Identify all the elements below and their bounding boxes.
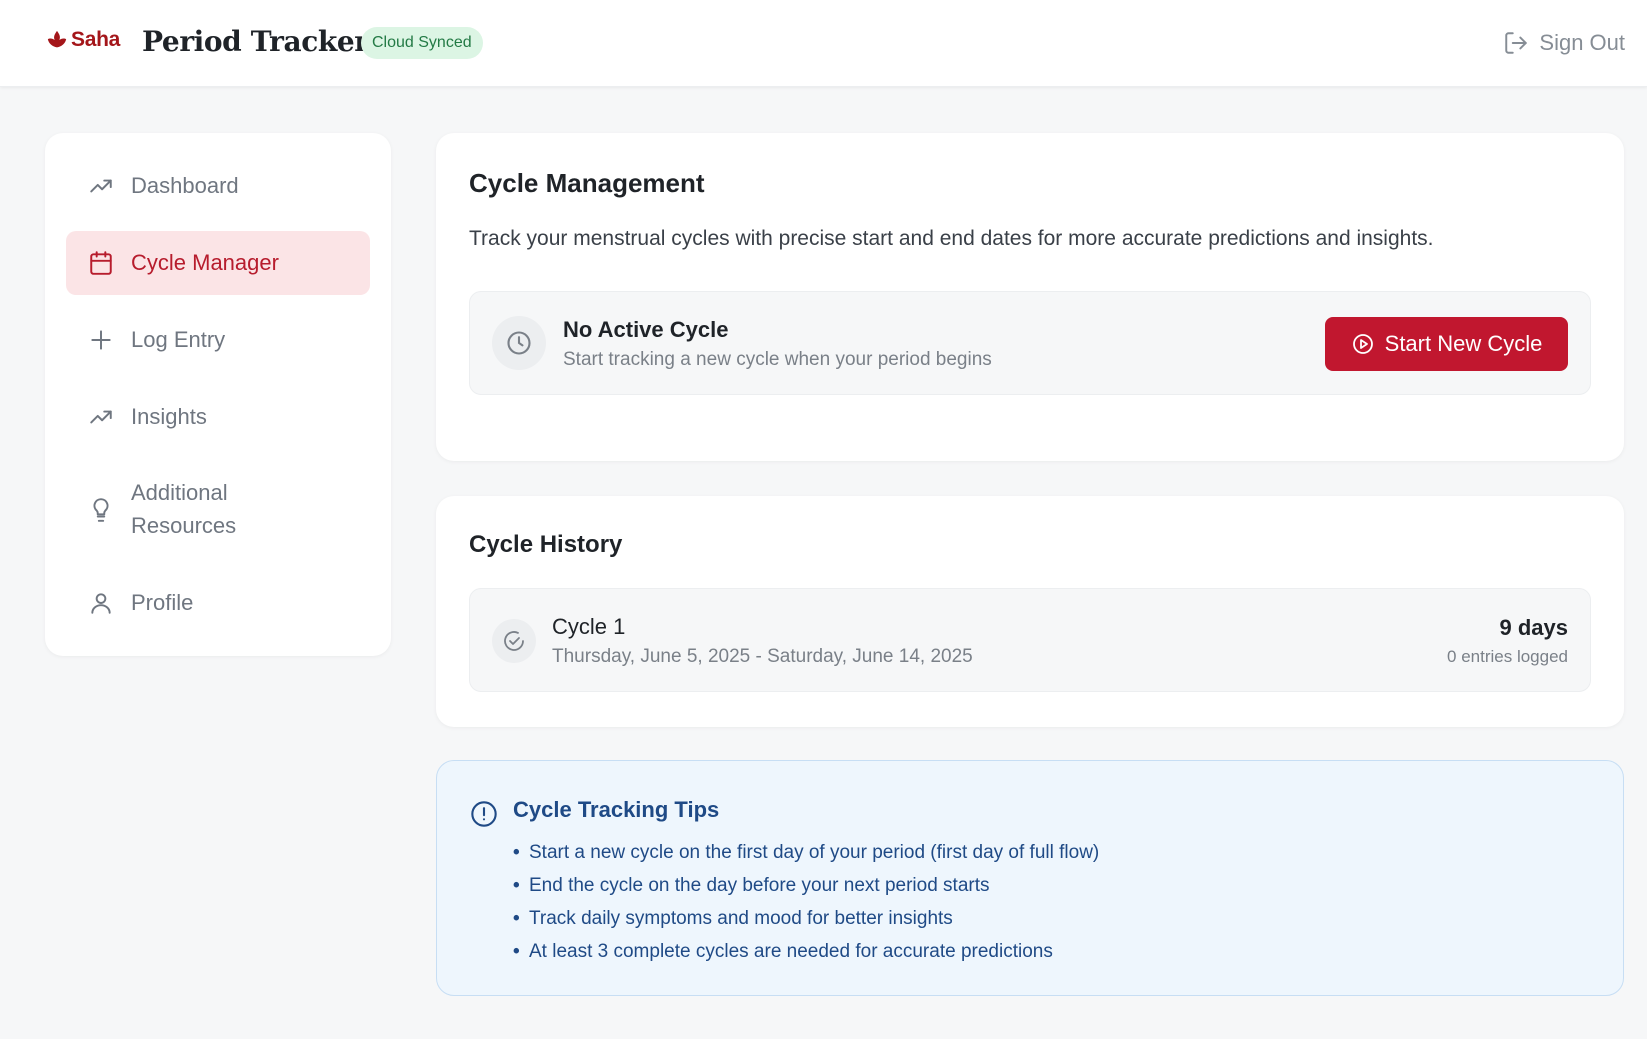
tip-text: Start a new cycle on the first day of yo… [529,842,1100,863]
cycle-tracking-tips: Cycle Tracking Tips • Start a new cycle o… [436,760,1624,996]
cycle-history-card: Cycle History Cycle 1 Thursday, June 5, … [436,496,1624,727]
clock-icon [492,316,546,370]
app-title: Period Tracker [142,25,369,58]
status-title: No Active Cycle [563,317,729,342]
active-cycle-status: No Active Cycle Start tracking a new cyc… [469,291,1591,395]
top-bar: Saha Period Tracker Cloud Synced Sign Ou… [0,0,1647,87]
sidebar: Dashboard Cycle Manager Log Entry Insigh… [45,133,391,656]
sidebar-item-log-entry[interactable]: Log Entry [66,308,370,372]
sidebar-item-additional-resources[interactable]: Additional Resources [66,462,370,558]
sidebar-item-dashboard[interactable]: Dashboard [66,154,370,218]
tips-title: Cycle Tracking Tips [513,797,720,822]
plus-icon [88,327,114,353]
sidebar-item-label: Profile [131,590,194,615]
start-new-cycle-label: Start New Cycle [1384,331,1543,356]
sidebar-item-label-line2: Resources [131,513,237,538]
calendar-icon [88,250,114,276]
card-title: Cycle Management [469,168,705,198]
flower-logo-icon [47,30,67,48]
user-icon [88,590,114,616]
cycle-entries-count: 0 entries logged [1447,647,1568,666]
sign-out-label: Sign Out [1539,30,1625,55]
sidebar-item-cycle-manager[interactable]: Cycle Manager [66,231,370,295]
sign-out-button[interactable]: Sign Out [1503,28,1625,58]
sidebar-item-label: Log Entry [131,327,226,352]
sidebar-item-label: Additional [131,480,228,505]
trending-up-icon [88,404,114,430]
tip-text: End the cycle on the day before your nex… [529,875,990,896]
cycle-dates: Thursday, June 5, 2025 - Saturday, June … [552,646,973,667]
list-item: • Start a new cycle on the first day of y… [513,842,1100,863]
cycle-name: Cycle 1 [552,614,626,639]
tips-list: • Start a new cycle on the first day of y… [513,836,1099,968]
check-circle-icon [492,619,536,663]
cycle-duration: 9 days [1499,615,1569,640]
play-circle-icon [1352,334,1373,354]
cloud-synced-badge: Cloud Synced [361,27,483,59]
log-out-icon [1505,32,1528,54]
start-new-cycle-button[interactable]: Start New Cycle [1325,317,1568,371]
table-row[interactable]: Cycle 1 Thursday, June 5, 2025 - Saturda… [469,588,1591,692]
tip-text: At least 3 complete cycles are needed fo… [529,941,1053,962]
sidebar-item-label: Cycle Manager [131,250,279,275]
trending-up-icon [88,173,114,199]
info-icon [471,801,497,827]
sidebar-item-insights[interactable]: Insights [66,385,370,449]
list-item: • End the cycle on the day before your ne… [513,875,990,896]
logo-text: Saha [71,28,120,51]
card-title: Cycle History [469,531,623,558]
sidebar-item-label: Dashboard [131,173,239,198]
list-item: • At least 3 complete cycles are needed f… [513,941,1053,962]
list-item: • Track daily symptoms and mood for bette… [513,908,953,929]
saha-logo[interactable]: Saha [46,28,120,52]
tip-text: Track daily symptoms and mood for better… [529,908,953,929]
status-subtitle: Start tracking a new cycle when your per… [563,349,992,370]
cycle-management-card: Cycle Management Track your menstrual cy… [436,133,1624,461]
sidebar-item-label: Insights [131,404,207,429]
card-description: Track your menstrual cycles with precise… [469,227,1434,250]
sidebar-item-profile[interactable]: Profile [66,571,370,635]
lightbulb-icon [88,497,114,523]
